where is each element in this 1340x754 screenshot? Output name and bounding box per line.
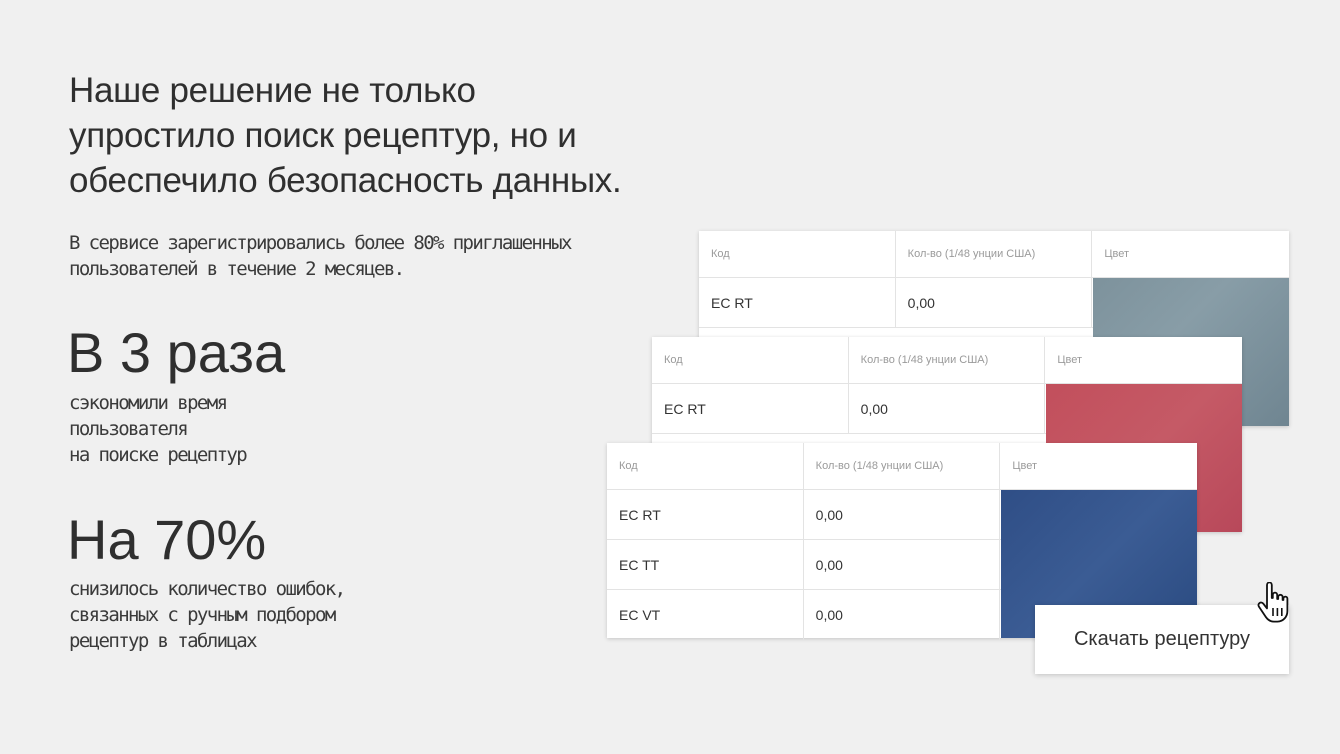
stat-text-time: сэкономили время пользователя на поиске … (69, 392, 248, 466)
cell-quantity: 0,00 (804, 590, 1001, 640)
cell-quantity: 0,00 (895, 278, 1093, 328)
cell-quantity: 0,00 (848, 384, 1046, 434)
column-header-code: Код (652, 337, 849, 384)
cell-quantity: 0,00 (803, 490, 1001, 540)
hand-pointer-icon (1257, 582, 1289, 623)
column-header-code: Код (607, 443, 804, 490)
lead-text: В сервисе зарегистрировались более 80% п… (69, 232, 572, 280)
cell-code: EC VT (607, 590, 804, 640)
stat-value-errors: На 70% (67, 508, 267, 571)
column-header-quantity: Кол-во (1/48 унции США) (803, 443, 1001, 490)
column-header-color: Цвет (1045, 337, 1243, 384)
cell-code: EC RT (699, 278, 896, 328)
column-header-color: Цвет (1000, 443, 1198, 490)
cell-code: EC RT (607, 490, 804, 540)
headline: Наше решение не только упростило поиск р… (69, 71, 622, 200)
column-header-quantity: Кол-во (1/48 унции США) (848, 337, 1046, 384)
download-recipe-button[interactable]: Скачать рецептуру (1035, 605, 1289, 674)
stat-value-time: В 3 раза (67, 321, 286, 384)
cell-code: EC RT (652, 384, 849, 434)
column-header-color: Цвет (1092, 231, 1290, 278)
cell-code: EC TT (607, 540, 804, 590)
stat-text-errors: снизилось количество ошибок, связанных с… (69, 578, 346, 652)
column-header-code: Код (699, 231, 896, 278)
column-header-quantity: Кол-во (1/48 унции США) (895, 231, 1093, 278)
cell-quantity: 0,00 (803, 540, 1001, 590)
